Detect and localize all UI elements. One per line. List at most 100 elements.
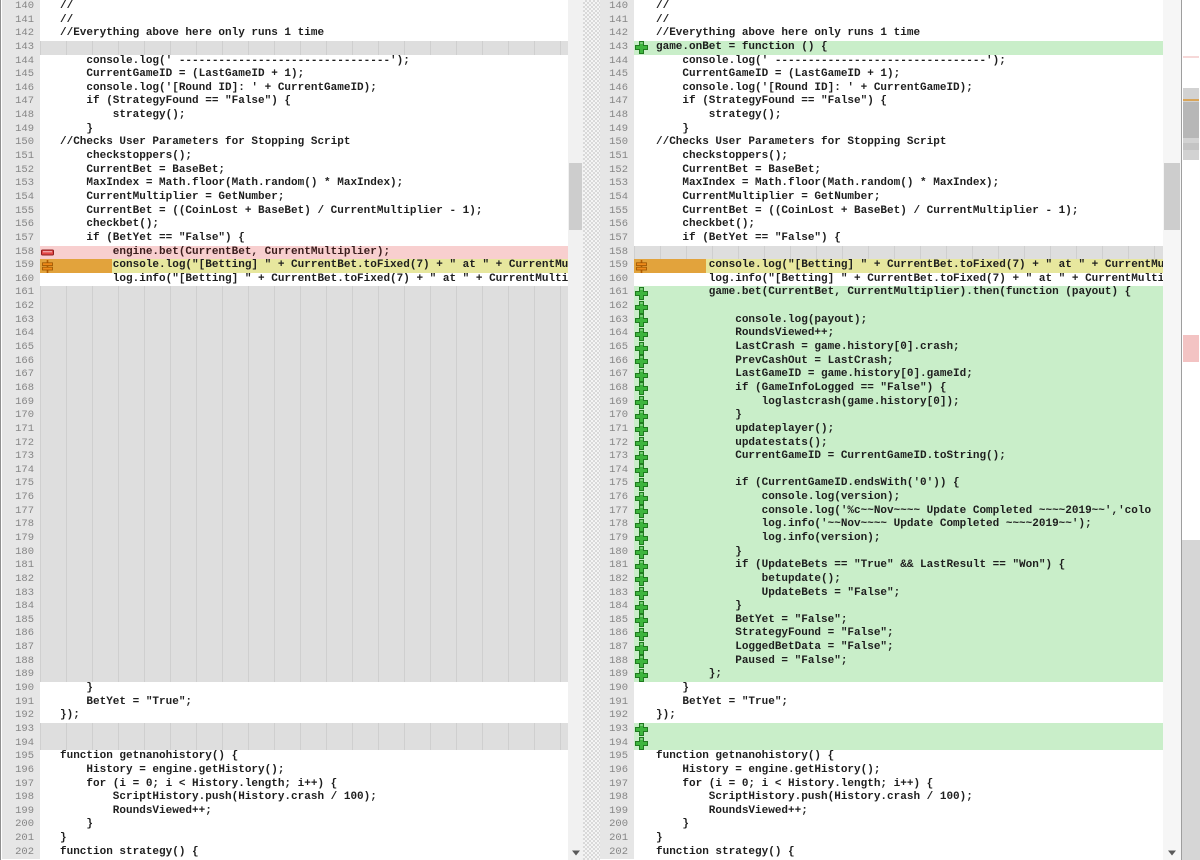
- code-text[interactable]: CurrentBet = ((CoinLost + BaseBet) / Cur…: [58, 205, 482, 219]
- code-line-body[interactable]: }: [634, 818, 1163, 832]
- left-vertical-scrollbar[interactable]: [568, 0, 583, 860]
- code-line-body[interactable]: function getnanohistory() {: [634, 750, 1163, 764]
- code-text[interactable]: LastGameID = game.history[0].gameId;: [654, 368, 973, 382]
- code-text[interactable]: [58, 627, 60, 641]
- code-text[interactable]: [58, 355, 60, 369]
- code-line-body[interactable]: updatestats();: [634, 437, 1163, 451]
- code-line-body[interactable]: }: [40, 682, 568, 696]
- code-text[interactable]: //Checks User Parameters for Stopping Sc…: [654, 136, 946, 150]
- code-line-body[interactable]: [40, 641, 568, 655]
- code-text[interactable]: if (UpdateBets == "True" && LastResult =…: [654, 559, 1065, 573]
- code-line-body[interactable]: console.log("[Betting] " + CurrentBet.to…: [634, 259, 1163, 273]
- code-line-body[interactable]: [40, 409, 568, 423]
- right-scroll-down-button[interactable]: [1163, 845, 1181, 860]
- code-line-body[interactable]: [40, 737, 568, 751]
- code-line-body[interactable]: function strategy() {: [40, 846, 568, 860]
- code-text[interactable]: [58, 723, 60, 737]
- code-text[interactable]: if (StrategyFound == "False") {: [654, 95, 887, 109]
- code-line-body[interactable]: [40, 477, 568, 491]
- code-text[interactable]: MaxIndex = Math.floor(Math.random() * Ma…: [58, 177, 403, 191]
- code-text[interactable]: }: [654, 832, 663, 846]
- code-text[interactable]: }: [58, 818, 93, 832]
- code-line-body[interactable]: };: [634, 668, 1163, 682]
- code-line-body[interactable]: log.info("[Betting] " + CurrentBet.toFix…: [634, 273, 1163, 287]
- code-text[interactable]: }: [654, 600, 742, 614]
- code-line-body[interactable]: checkbet();: [634, 218, 1163, 232]
- code-line-body[interactable]: strategy();: [40, 109, 568, 123]
- code-line-body[interactable]: [634, 723, 1163, 737]
- code-line-body[interactable]: History = engine.getHistory();: [40, 764, 568, 778]
- code-line-body[interactable]: [40, 587, 568, 601]
- code-line-body[interactable]: History = engine.getHistory();: [634, 764, 1163, 778]
- code-text[interactable]: console.log(' --------------------------…: [654, 55, 1006, 69]
- code-line-body[interactable]: engine.bet(CurrentBet, CurrentMultiplier…: [40, 246, 568, 260]
- code-text[interactable]: checkstoppers();: [58, 150, 192, 164]
- code-line-body[interactable]: [40, 668, 568, 682]
- code-line-body[interactable]: //Everything above here only runs 1 time: [634, 27, 1163, 41]
- code-line-body[interactable]: RoundsViewed++;: [40, 805, 568, 819]
- code-text[interactable]: [58, 341, 60, 355]
- code-line-body[interactable]: }: [40, 832, 568, 846]
- code-line-body[interactable]: [40, 368, 568, 382]
- code-text[interactable]: checkbet();: [654, 218, 755, 232]
- code-line-body[interactable]: BetYet = "True";: [634, 696, 1163, 710]
- code-line-body[interactable]: CurrentBet = ((CoinLost + BaseBet) / Cur…: [40, 205, 568, 219]
- code-line-body[interactable]: [40, 355, 568, 369]
- code-text[interactable]: CurrentBet = BaseBet;: [654, 164, 821, 178]
- code-line-body[interactable]: [40, 655, 568, 669]
- code-text[interactable]: log.info("[Betting] " + CurrentBet.toFix…: [58, 273, 568, 287]
- code-text[interactable]: BetYet = "False";: [654, 614, 847, 628]
- code-line-body[interactable]: Paused = "False";: [634, 655, 1163, 669]
- code-text[interactable]: log.info(version);: [654, 532, 880, 546]
- code-line-body[interactable]: console.log(' --------------------------…: [40, 55, 568, 69]
- code-line-body[interactable]: ScriptHistory.push(History.crash / 100);: [634, 791, 1163, 805]
- code-text[interactable]: RoundsViewed++;: [58, 805, 212, 819]
- code-text[interactable]: console.log('[Round ID]: ' + CurrentGame…: [58, 82, 377, 96]
- code-line-body[interactable]: LastCrash = game.history[0].crash;: [634, 341, 1163, 355]
- code-line-body[interactable]: game.bet(CurrentBet, CurrentMultiplier).…: [634, 286, 1163, 300]
- code-text[interactable]: updateplayer();: [654, 423, 834, 437]
- code-line-body[interactable]: });: [40, 709, 568, 723]
- code-line-body[interactable]: [40, 41, 568, 55]
- code-text[interactable]: game.onBet = function () {: [654, 41, 828, 55]
- code-text[interactable]: }: [654, 546, 742, 560]
- code-text[interactable]: [58, 546, 60, 560]
- code-line-body[interactable]: CurrentGameID = (LastGameID + 1);: [634, 68, 1163, 82]
- code-line-body[interactable]: if (CurrentGameID.endsWith('0')) {: [634, 477, 1163, 491]
- code-line-body[interactable]: [40, 423, 568, 437]
- left-code-pane[interactable]: 140//141//142//Everything above here onl…: [2, 0, 568, 860]
- code-line-body[interactable]: }: [634, 600, 1163, 614]
- code-text[interactable]: [58, 477, 60, 491]
- code-line-body[interactable]: game.onBet = function () {: [634, 41, 1163, 55]
- code-line-body[interactable]: [634, 300, 1163, 314]
- code-line-body[interactable]: [40, 518, 568, 532]
- code-line-body[interactable]: [40, 627, 568, 641]
- code-line-body[interactable]: betupdate();: [634, 573, 1163, 587]
- left-scrollbar-thumb[interactable]: [569, 163, 582, 230]
- code-text[interactable]: [58, 450, 60, 464]
- code-line-body[interactable]: console.log("[Betting] " + CurrentBet.to…: [40, 259, 568, 273]
- code-line-body[interactable]: [40, 314, 568, 328]
- code-line-body[interactable]: UpdateBets = "False";: [634, 587, 1163, 601]
- code-text[interactable]: [58, 327, 60, 341]
- code-line-body[interactable]: [40, 286, 568, 300]
- code-text[interactable]: });: [58, 709, 80, 723]
- code-text[interactable]: function getnanohistory() {: [654, 750, 834, 764]
- code-text[interactable]: [58, 587, 60, 601]
- code-line-body[interactable]: LastGameID = game.history[0].gameId;: [634, 368, 1163, 382]
- code-line-body[interactable]: CurrentGameID = (LastGameID + 1);: [40, 68, 568, 82]
- code-text[interactable]: [58, 300, 60, 314]
- code-line-body[interactable]: [40, 300, 568, 314]
- code-text[interactable]: checkbet();: [58, 218, 159, 232]
- code-text[interactable]: [58, 641, 60, 655]
- code-line-body[interactable]: RoundsViewed++;: [634, 327, 1163, 341]
- code-line-body[interactable]: }: [634, 546, 1163, 560]
- code-line-body[interactable]: strategy();: [634, 109, 1163, 123]
- code-text[interactable]: console.log("[Betting] " + CurrentBet.to…: [654, 259, 1163, 273]
- code-text[interactable]: for (i = 0; i < History.length; i++) {: [654, 778, 933, 792]
- code-text[interactable]: if (BetYet == "False") {: [58, 232, 245, 246]
- code-line-body[interactable]: CurrentGameID = CurrentGameID.toString()…: [634, 450, 1163, 464]
- code-text[interactable]: CurrentBet = BaseBet;: [58, 164, 225, 178]
- code-text[interactable]: console.log(payout);: [654, 314, 867, 328]
- code-line-body[interactable]: MaxIndex = Math.floor(Math.random() * Ma…: [40, 177, 568, 191]
